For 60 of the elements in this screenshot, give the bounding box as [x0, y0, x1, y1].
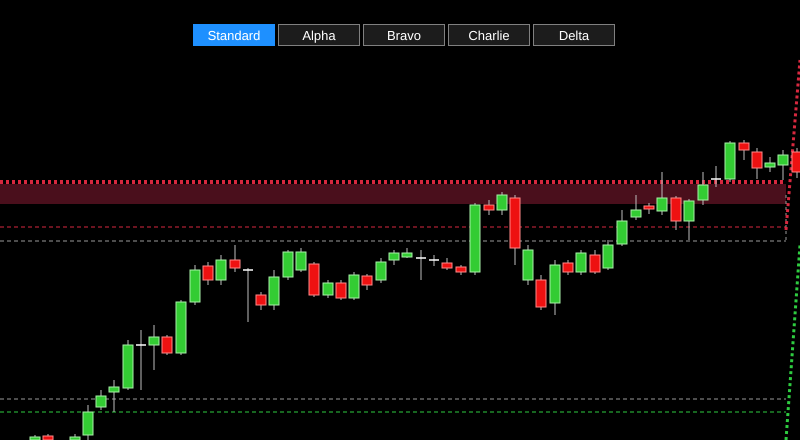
candlestick	[442, 258, 452, 270]
candlestick	[230, 244, 240, 272]
chart-tab[interactable]: Delta	[533, 24, 615, 46]
candlestick	[724, 140, 736, 182]
candlestick	[162, 334, 172, 356]
candlestick	[256, 292, 266, 310]
candlestick	[108, 380, 120, 412]
candlestick	[148, 324, 160, 370]
candlestick	[590, 250, 600, 274]
candlestick	[216, 254, 226, 286]
candlestick	[308, 262, 320, 298]
candlestick	[296, 248, 306, 272]
candlestick	[630, 194, 642, 220]
candlestick	[698, 172, 708, 206]
candlestick	[388, 250, 400, 266]
candlestick	[456, 264, 466, 276]
candlestick	[70, 434, 80, 440]
candlestick	[496, 192, 508, 216]
candlestick	[778, 150, 788, 180]
candlestick	[711, 166, 721, 188]
candlestick	[738, 140, 750, 160]
candlestick	[616, 210, 628, 246]
candlestick	[268, 270, 280, 310]
candlestick	[402, 248, 412, 258]
candlestick	[550, 260, 560, 316]
candlestick	[576, 250, 586, 276]
candlestick	[82, 404, 94, 440]
candlestick	[362, 274, 372, 290]
candlestick	[348, 272, 360, 300]
candlestick	[484, 200, 494, 216]
candlestick	[96, 390, 106, 410]
candlestick	[644, 202, 654, 214]
candlestick	[30, 434, 40, 440]
candlestick	[670, 196, 682, 230]
candlestick	[510, 194, 520, 266]
candlestick	[656, 172, 668, 216]
candlestick	[522, 244, 534, 286]
candlestick	[416, 250, 426, 280]
candlestick	[176, 300, 186, 356]
candlestick	[243, 268, 253, 322]
candlestick	[42, 434, 54, 440]
candlestick	[684, 198, 694, 240]
candlestick	[336, 280, 346, 300]
candlestick	[282, 250, 294, 280]
chart-tab[interactable]: Charlie	[448, 24, 530, 46]
chart-tab[interactable]: Bravo	[363, 24, 445, 46]
candlestick	[376, 258, 386, 284]
candlestick	[202, 262, 214, 286]
candlestick	[792, 148, 800, 178]
candlestick	[190, 264, 200, 306]
candlestick	[429, 254, 439, 266]
candlestick	[136, 330, 146, 390]
chart-tab[interactable]: Alpha	[278, 24, 360, 46]
candlestick	[764, 156, 776, 172]
candlestick	[122, 340, 134, 390]
candlestick	[562, 260, 574, 276]
candlestick	[322, 280, 334, 298]
candlestick	[752, 148, 762, 180]
candlestick	[536, 274, 546, 310]
candlestick	[602, 240, 614, 270]
